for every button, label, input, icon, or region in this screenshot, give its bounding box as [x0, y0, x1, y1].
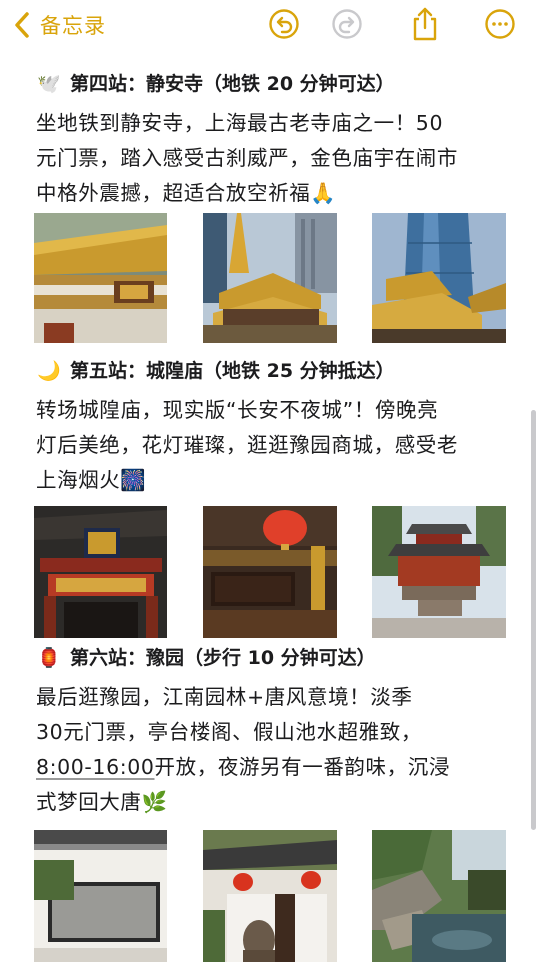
back-button[interactable]: 备忘录	[10, 8, 106, 42]
body-line: 30元门票，亭台楼阁、假山池水超雅致，	[36, 720, 422, 744]
back-label: 备忘录	[40, 14, 106, 38]
body-line: 转场城隍庙，现实版“长安不夜城”！傍晚亮	[36, 398, 439, 422]
photo-yuyuan-wall-plaque[interactable]	[34, 830, 167, 962]
body-line: 式梦回大唐🌿	[36, 790, 168, 814]
photo-jingan-temple-towers[interactable]	[203, 213, 337, 343]
photo-jingan-temple-hall[interactable]	[34, 213, 167, 343]
body-line: 坐地铁到静安寺，上海最古老寺庙之一！50	[36, 111, 444, 135]
photo-yuyuan-lion-lanterns[interactable]	[203, 830, 337, 962]
section-heading-jingan: 🕊️ 第四站：静安寺（地铁 20 分钟可达）	[36, 70, 395, 98]
body-line: 元门票，踏入感受古刹威严，金色庙宇在闹市	[36, 146, 458, 170]
body-line: 8:00-16:00开放，夜游另有一番韵味，沉浸	[36, 755, 450, 779]
photo-yuyuan-pond-rockery[interactable]	[372, 830, 506, 962]
opening-hours: 8:00-16:00	[36, 755, 155, 779]
photo-chenghuang-temple-gate[interactable]	[34, 506, 167, 638]
section-heading-chenghuang: 🌙 第五站：城隍庙（地铁 25 分钟抵达）	[36, 357, 395, 385]
photo-chenghuang-courtyard[interactable]	[372, 506, 506, 638]
redo-icon[interactable]	[331, 8, 363, 40]
moon-emoji: 🌙	[37, 360, 61, 382]
body-line: 中格外震撼，超适合放空祈福🙏	[36, 181, 337, 205]
share-icon[interactable]	[409, 6, 441, 42]
photo-chenghuang-lanterns[interactable]	[203, 506, 337, 638]
photo-jingan-temple-skyscraper[interactable]	[372, 213, 506, 343]
body-line: 最后逛豫园，江南园林+唐风意境！淡季	[36, 685, 413, 709]
body-line: 灯后美绝，花灯璀璨，逛逛豫园商城，感受老	[36, 433, 458, 457]
notes-toolbar: 备忘录	[0, 0, 540, 52]
more-icon[interactable]	[484, 8, 516, 40]
undo-icon[interactable]	[268, 8, 300, 40]
lantern-emoji: 🏮	[37, 647, 61, 669]
chevron-left-icon	[15, 12, 29, 38]
dove-emoji: 🕊️	[37, 73, 61, 95]
body-line: 上海烟火🎆	[36, 468, 147, 492]
scrollbar[interactable]	[531, 410, 536, 830]
section-heading-yuyuan: 🏮 第六站：豫园（步行 10 分钟可达）	[36, 644, 376, 672]
